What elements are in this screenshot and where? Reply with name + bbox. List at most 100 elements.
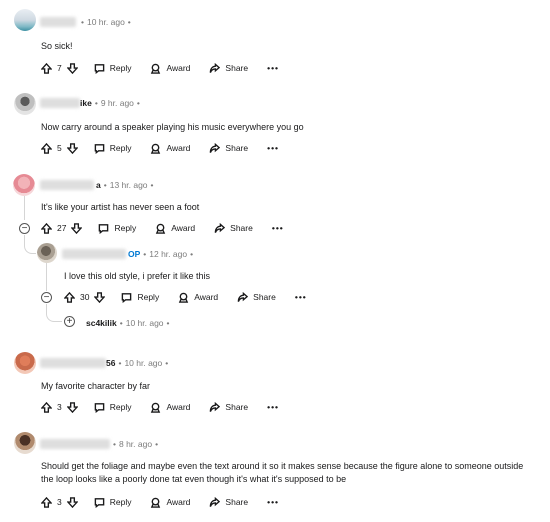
award-icon: [155, 223, 166, 234]
op-badge[interactable]: OP: [128, 249, 140, 259]
collapse-thread-button[interactable]: −: [19, 223, 30, 234]
timestamp: 9 hr. ago: [100, 98, 134, 108]
vote-group: 3: [41, 401, 78, 413]
upvote-icon[interactable]: [41, 496, 52, 508]
comment-actions: 27 Reply Award Share •••: [41, 220, 284, 236]
reply-icon: [94, 402, 105, 413]
redacted-username: [40, 17, 76, 27]
more-options-button[interactable]: •••: [267, 402, 279, 412]
upvote-icon[interactable]: [41, 401, 52, 413]
comment-meta: • 10 hr. ago •: [81, 17, 131, 27]
comment-meta: sc4kilik • 10 hr. ago •: [86, 318, 170, 328]
upvote-icon[interactable]: [41, 62, 52, 74]
vote-group: 27: [41, 222, 83, 234]
award-icon: [178, 292, 189, 303]
award-button[interactable]: Award: [178, 292, 218, 303]
comment-actions: 7 Reply Award Share •••: [41, 60, 279, 76]
more-options-button[interactable]: •••: [267, 143, 279, 153]
award-icon: [151, 143, 161, 154]
comment-meta: 56 • 10 hr. ago •: [106, 358, 169, 368]
vote-count: 27: [57, 223, 67, 233]
downvote-icon[interactable]: [66, 401, 78, 413]
share-button[interactable]: Share: [209, 496, 248, 508]
reply-button[interactable]: Reply: [94, 497, 131, 508]
reply-icon: [99, 223, 109, 234]
vote-count: 7: [57, 63, 62, 73]
award-icon: [151, 497, 161, 508]
comment-actions: 30 Reply Award Share •••: [64, 289, 307, 305]
redacted-username: [40, 98, 80, 108]
upvote-icon[interactable]: [41, 142, 52, 154]
reply-button[interactable]: Reply: [94, 63, 131, 74]
comment-actions: 5 Reply Award Share •••: [41, 140, 279, 156]
vote-count: 5: [57, 143, 62, 153]
thread-connector: [46, 308, 62, 322]
award-button[interactable]: Award: [150, 63, 190, 74]
avatar[interactable]: [14, 9, 36, 31]
reply-button[interactable]: Reply: [94, 402, 131, 413]
comment-meta: a • 13 hr. ago •: [96, 180, 154, 190]
award-button[interactable]: Award: [155, 223, 195, 234]
vote-group: 30: [64, 291, 106, 303]
share-icon: [210, 496, 221, 507]
reply-icon: [122, 292, 132, 303]
award-button[interactable]: Award: [150, 143, 190, 154]
downvote-icon[interactable]: [66, 496, 78, 508]
more-options-button[interactable]: •••: [267, 63, 279, 73]
vote-count: 3: [57, 497, 62, 507]
upvote-icon[interactable]: [41, 222, 52, 234]
downvote-icon[interactable]: [71, 222, 83, 234]
author-name[interactable]: 56: [106, 358, 115, 368]
share-button[interactable]: Share: [214, 222, 253, 234]
comment-text: My favorite character by far: [41, 381, 151, 391]
share-button[interactable]: Share: [237, 291, 276, 303]
timestamp: 12 hr. ago: [149, 249, 188, 259]
more-options-button[interactable]: •••: [272, 223, 284, 233]
award-icon: [151, 63, 161, 74]
timestamp: 10 hr. ago: [124, 358, 163, 368]
reply-icon: [94, 497, 105, 508]
author-name[interactable]: ike: [80, 98, 92, 108]
reply-button[interactable]: Reply: [94, 143, 131, 154]
vote-group: 5: [41, 142, 78, 154]
share-button[interactable]: Share: [209, 62, 248, 74]
avatar[interactable]: [14, 352, 36, 374]
comment-text: It's like your artist has never seen a f…: [41, 202, 200, 212]
share-button[interactable]: Share: [209, 142, 248, 154]
timestamp: 10 hr. ago: [86, 17, 125, 27]
redacted-username: [40, 439, 110, 449]
reply-icon: [94, 143, 105, 154]
avatar[interactable]: [14, 432, 36, 454]
downvote-icon[interactable]: [94, 291, 106, 303]
share-button[interactable]: Share: [209, 401, 248, 413]
share-icon: [210, 142, 221, 153]
award-icon: [151, 402, 161, 413]
author-name[interactable]: a: [96, 180, 101, 190]
avatar[interactable]: [13, 174, 35, 196]
comment-meta: OP • 12 hr. ago •: [128, 249, 194, 259]
timestamp: 8 hr. ago: [118, 439, 153, 449]
avatar[interactable]: [14, 93, 36, 115]
downvote-icon[interactable]: [66, 62, 78, 74]
share-icon: [210, 401, 221, 412]
upvote-icon[interactable]: [64, 291, 75, 303]
expand-thread-button[interactable]: +: [64, 316, 75, 327]
author-name[interactable]: sc4kilik: [86, 318, 117, 328]
comment-actions: 3 Reply Award Share •••: [41, 494, 279, 510]
thread-line: [46, 263, 47, 291]
award-button[interactable]: Award: [150, 497, 190, 508]
downvote-icon[interactable]: [66, 142, 78, 154]
comment-meta: ike • 9 hr. ago •: [80, 98, 140, 108]
thread-connector: [24, 238, 36, 254]
redacted-username: [40, 358, 106, 368]
avatar[interactable]: [37, 243, 57, 263]
reply-button[interactable]: Reply: [98, 223, 136, 234]
collapse-thread-button[interactable]: −: [41, 292, 52, 303]
more-options-button[interactable]: •••: [267, 497, 279, 507]
comment-text: Now carry around a speaker playing his m…: [41, 122, 304, 132]
vote-count: 3: [57, 402, 62, 412]
more-options-button[interactable]: •••: [295, 292, 307, 302]
award-button[interactable]: Award: [150, 402, 190, 413]
redacted-username: [62, 249, 126, 259]
reply-button[interactable]: Reply: [121, 292, 159, 303]
